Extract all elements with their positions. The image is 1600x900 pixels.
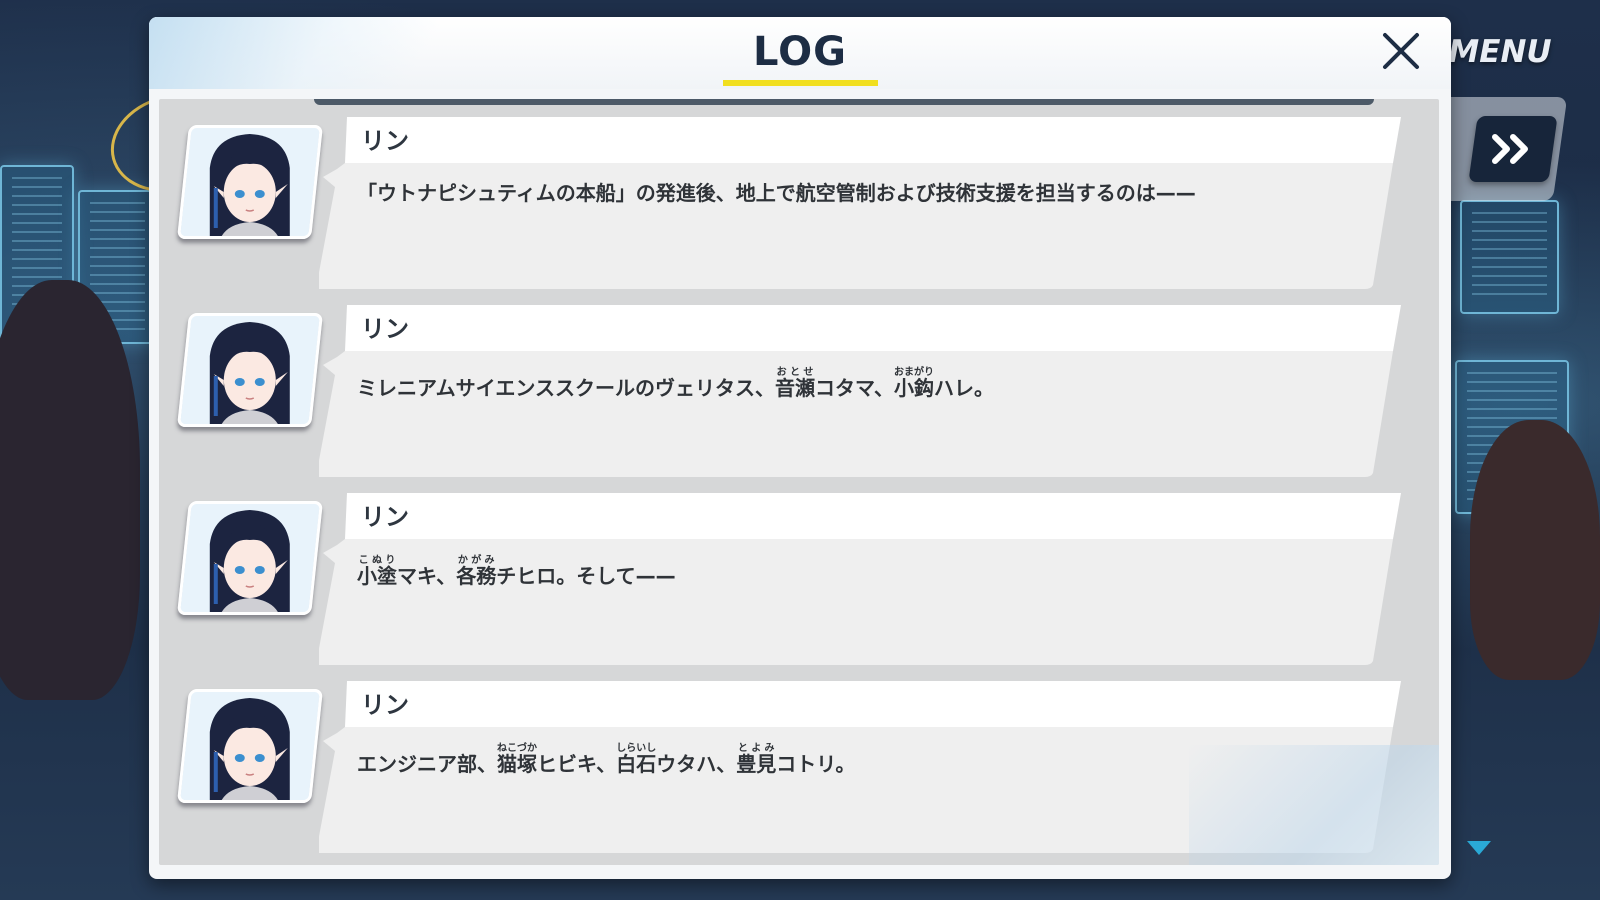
dialogue-text: ミレニアムサイエンススクールのヴェリタス、音瀬おとせコタマ、小鈎おまがりハレ。	[357, 367, 1337, 402]
character-portrait-icon	[179, 128, 320, 239]
dialogue-segment: 「ウトナピシュティムの本船」の発進後、地上で航空管制および技術支援を担当するのは…	[357, 181, 1196, 205]
ruby-base: 小鈎	[894, 376, 934, 400]
dialogue-text: 小塗こぬりマキ、各務かがみチヒロ。そして——	[357, 555, 1337, 590]
dialogue-bubble: リンエンジニア部、猫塚ねこづかヒビキ、白石しらいしウタハ、豊見とよみコトリ。	[319, 681, 1401, 853]
background-monitor	[1460, 200, 1559, 314]
ruby-word: 猫塚ねこづか	[497, 743, 537, 776]
ruby-base: 小塗	[357, 564, 397, 588]
dialogue-text: エンジニア部、猫塚ねこづかヒビキ、白石しらいしウタハ、豊見とよみコトリ。	[357, 743, 1337, 778]
log-entry: リン小塗こぬりマキ、各務かがみチヒロ。そして——	[159, 493, 1439, 668]
dialogue-segment: ウタハ、	[656, 752, 737, 776]
character-portrait-icon	[179, 504, 320, 615]
log-title: LOG	[753, 29, 847, 75]
ruby-reading: ねこづか	[497, 743, 537, 754]
dialogue-segment: ヒビキ、	[537, 752, 617, 776]
chevron-down-icon[interactable]	[1465, 838, 1493, 858]
ruby-word: 音瀬おとせ	[775, 367, 815, 400]
dialogue-segment: ハレ。	[934, 376, 994, 400]
speaker-name: リン	[361, 691, 409, 719]
dialogue-segment: コトリ。	[776, 752, 856, 776]
ruby-base: 各務	[456, 564, 497, 588]
dialogue-segment: コタマ、	[815, 376, 894, 400]
ruby-base: 音瀬	[775, 376, 815, 400]
log-entry: リン「ウトナピシュティムの本船」の発進後、地上で航空管制および技術支援を担当する…	[159, 117, 1439, 292]
scroll-indicator	[314, 99, 1374, 105]
log-header: LOG	[149, 17, 1451, 89]
ruby-base: 猫塚	[497, 752, 537, 776]
close-x-icon	[1383, 33, 1419, 69]
character-portrait-icon	[179, 316, 320, 427]
speaker-name: リン	[361, 503, 409, 531]
ruby-word: 白石しらいし	[616, 743, 657, 776]
background-character	[1470, 420, 1600, 680]
ruby-base: 豊見	[736, 752, 777, 776]
speaker-name: リン	[361, 127, 409, 155]
fast-forward-button[interactable]	[1468, 116, 1558, 182]
dialogue-segment: ミレニアムサイエンススクールのヴェリタス、	[357, 376, 775, 400]
log-entry: リンミレニアムサイエンススクールのヴェリタス、音瀬おとせコタマ、小鈎おまがりハレ…	[159, 305, 1439, 480]
log-window: LOG リン 「ウトナピシュティムの本船」の発進後、地上で航空管制および技術支援…	[149, 17, 1451, 879]
close-button[interactable]	[1377, 27, 1425, 75]
speaker-portrait	[177, 125, 323, 239]
dialogue-bubble: リン「ウトナピシュティムの本船」の発進後、地上で航空管制および技術支援を担当する…	[319, 117, 1401, 289]
ruby-word: 豊見とよみ	[736, 743, 777, 776]
ruby-reading: おとせ	[775, 367, 815, 378]
title-underline	[723, 80, 878, 86]
speaker-portrait	[177, 501, 323, 615]
ruby-base: 白石	[616, 752, 657, 776]
character-portrait-icon	[179, 692, 320, 803]
ruby-reading: とよみ	[736, 743, 777, 754]
speaker-portrait	[177, 689, 323, 803]
dialogue-bubble: リンミレニアムサイエンススクールのヴェリタス、音瀬おとせコタマ、小鈎おまがりハレ…	[319, 305, 1401, 477]
menu-button[interactable]: MENU	[1440, 28, 1560, 76]
dialogue-text: 「ウトナピシュティムの本船」の発進後、地上で航空管制および技術支援を担当するのは…	[357, 179, 1337, 207]
log-list[interactable]: リン「ウトナピシュティムの本船」の発進後、地上で航空管制および技術支援を担当する…	[159, 99, 1439, 865]
dialogue-segment: チヒロ。そして——	[496, 564, 676, 588]
ruby-reading: しらいし	[616, 743, 657, 754]
background-character	[0, 280, 140, 700]
ruby-reading: おまがり	[894, 367, 934, 378]
speaker-name: リン	[361, 315, 409, 343]
ruby-reading: こぬり	[357, 555, 397, 566]
dialogue-bubble: リン小塗こぬりマキ、各務かがみチヒロ。そして——	[319, 493, 1401, 665]
log-entry: リンエンジニア部、猫塚ねこづかヒビキ、白石しらいしウタハ、豊見とよみコトリ。	[159, 681, 1439, 856]
dialogue-segment: マキ、	[397, 564, 457, 588]
ruby-word: 小塗こぬり	[357, 555, 397, 588]
fast-forward-icon	[1492, 134, 1528, 164]
ruby-reading: かがみ	[456, 555, 497, 566]
ruby-word: 各務かがみ	[456, 555, 497, 588]
dialogue-segment: エンジニア部、	[357, 752, 497, 776]
speaker-portrait	[177, 313, 323, 427]
ruby-word: 小鈎おまがり	[894, 367, 934, 400]
